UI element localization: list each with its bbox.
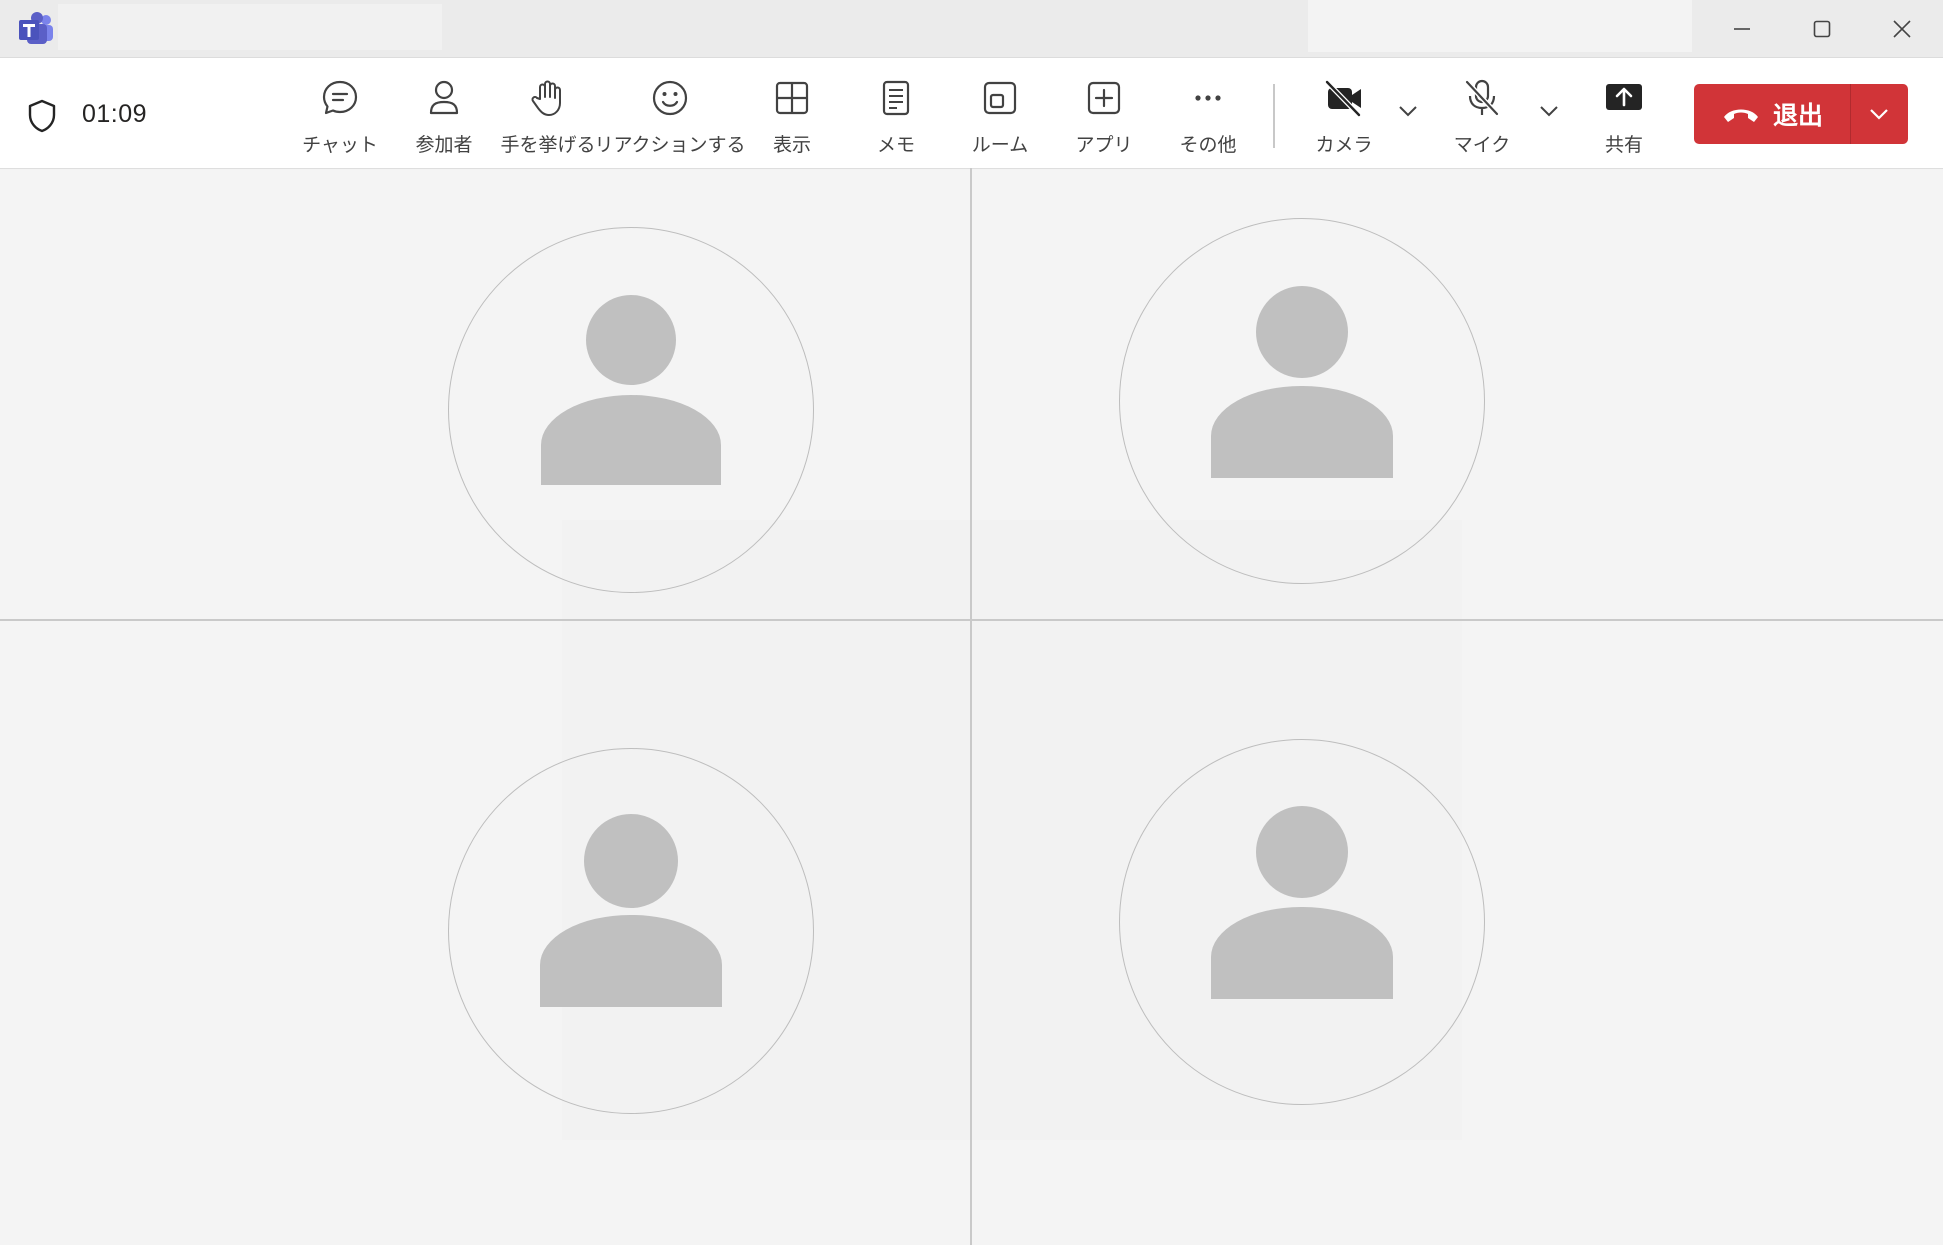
rooms-label: ルーム xyxy=(971,134,1029,156)
title-bar-blank-area xyxy=(1308,0,1692,52)
participants-label: 参加者 xyxy=(415,134,473,156)
meeting-toolbar: 01:09 チャット 参加者 手を挙げる リアクションする 表示 メモ ルーム … xyxy=(0,58,1943,169)
participants-button[interactable]: 参加者 xyxy=(402,76,486,160)
chevron-down-icon xyxy=(1540,106,1558,117)
minimize-icon xyxy=(1734,28,1750,30)
apps-button[interactable]: アプリ xyxy=(1062,76,1146,160)
close-icon xyxy=(1893,20,1911,38)
hang-up-icon xyxy=(1723,109,1758,122)
toolbar-divider xyxy=(1273,84,1275,148)
camera-options-button[interactable] xyxy=(1395,98,1421,124)
rooms-icon xyxy=(977,76,1023,120)
leave-button[interactable]: 退出 xyxy=(1694,84,1850,144)
person-placeholder-icon xyxy=(1256,286,1348,378)
chevron-down-icon xyxy=(1870,109,1888,120)
more-button[interactable]: その他 xyxy=(1166,76,1250,160)
mic-label: マイク xyxy=(1453,134,1511,156)
emoji-smile-icon xyxy=(647,76,693,120)
share-label: 共有 xyxy=(1604,134,1643,156)
person-placeholder-icon xyxy=(584,814,678,908)
chat-icon xyxy=(317,76,363,120)
view-label: 表示 xyxy=(772,134,811,156)
avatar-body-shape xyxy=(540,915,722,1007)
person-placeholder-icon xyxy=(586,295,676,385)
share-button[interactable]: 共有 xyxy=(1582,76,1666,160)
participant-tile[interactable] xyxy=(972,621,1943,1245)
mic-off-icon xyxy=(1459,76,1505,120)
window-title-area xyxy=(58,4,442,50)
more-horizontal-icon xyxy=(1185,76,1231,120)
participant-tile[interactable] xyxy=(972,170,1943,619)
hand-icon xyxy=(525,76,571,120)
add-square-icon xyxy=(1081,76,1127,120)
notes-label: メモ xyxy=(876,134,915,156)
maximize-icon xyxy=(1813,20,1831,38)
teams-logo-icon xyxy=(18,12,54,46)
camera-label: カメラ xyxy=(1315,134,1373,156)
minimize-button[interactable] xyxy=(1702,0,1782,58)
avatar-body-shape xyxy=(541,395,721,485)
share-screen-icon xyxy=(1601,76,1647,120)
view-button[interactable]: 表示 xyxy=(750,76,834,160)
meeting-timer: 01:09 xyxy=(82,100,148,128)
maximize-button[interactable] xyxy=(1782,0,1862,58)
close-button[interactable] xyxy=(1862,0,1942,58)
react-button[interactable]: リアクションする xyxy=(594,76,746,160)
chat-button[interactable]: チャット xyxy=(298,76,382,160)
camera-button[interactable]: カメラ xyxy=(1302,76,1386,160)
mic-options-button[interactable] xyxy=(1536,98,1562,124)
more-label: その他 xyxy=(1179,134,1237,156)
person-placeholder-icon xyxy=(1256,806,1348,898)
avatar-body-shape xyxy=(1211,907,1393,999)
participant-tile[interactable] xyxy=(0,621,970,1245)
apps-label: アプリ xyxy=(1075,134,1133,156)
chevron-down-icon xyxy=(1399,106,1417,117)
notes-icon xyxy=(873,76,919,120)
title-bar xyxy=(0,0,1943,58)
avatar-body-shape xyxy=(1211,386,1393,478)
leave-options-button[interactable] xyxy=(1851,84,1907,144)
shield-icon xyxy=(26,98,58,134)
react-label: リアクションする xyxy=(594,134,746,156)
participant-tile[interactable] xyxy=(0,170,970,619)
grid-view-icon xyxy=(769,76,815,120)
raise-hand-label: 手を挙げる xyxy=(500,134,596,156)
raise-hand-button[interactable]: 手を挙げる xyxy=(500,76,596,160)
notes-button[interactable]: メモ xyxy=(854,76,938,160)
leave-label: 退出 xyxy=(1772,101,1823,130)
teams-meeting-window: 01:09 チャット 参加者 手を挙げる リアクションする 表示 メモ ルーム … xyxy=(0,0,1943,1245)
rooms-button[interactable]: ルーム xyxy=(958,76,1042,160)
chat-label: チャット xyxy=(302,134,378,156)
video-off-icon xyxy=(1321,76,1367,120)
leave-button-group: 退出 xyxy=(1694,84,1908,144)
mic-button[interactable]: マイク xyxy=(1440,76,1524,160)
people-icon xyxy=(421,76,467,120)
